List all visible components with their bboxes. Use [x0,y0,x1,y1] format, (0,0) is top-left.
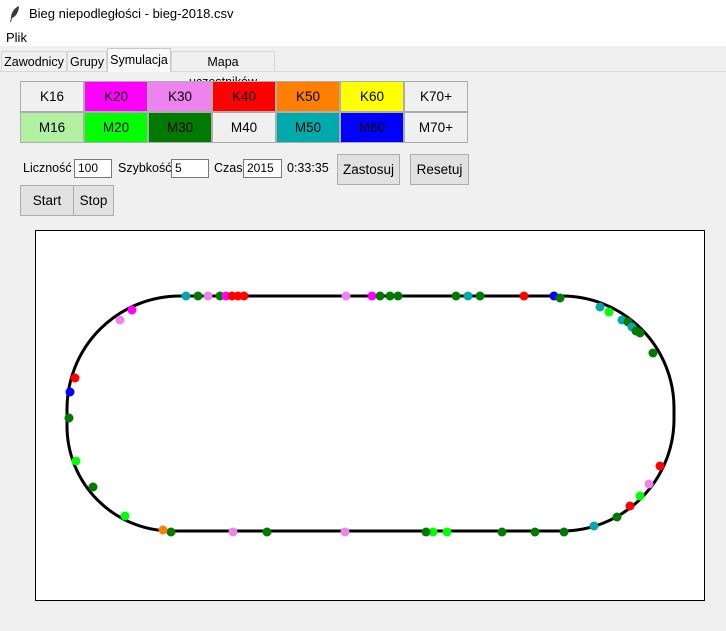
runner-dot [635,491,645,501]
runner-dot [385,291,395,301]
runner-dot [203,291,213,301]
group-button-m50[interactable]: M50 [276,112,340,143]
runner-dot [655,461,665,471]
time-input[interactable]: 2015 [243,159,282,178]
race-track [65,294,676,533]
runner-dot [64,413,74,423]
stop-button[interactable]: Stop [73,185,114,216]
group-button-k30[interactable]: K30 [148,81,212,112]
runner-dot [181,291,191,301]
runner-dot [463,291,473,301]
runner-dot [625,501,635,511]
runner-dot [228,527,238,537]
runner-dot [70,373,80,383]
group-button-k20[interactable]: K20 [84,81,148,112]
runner-dot [644,479,654,489]
runner-dot [589,521,599,531]
tab-grupy[interactable]: Grupy [67,51,107,71]
group-button-m70-plus[interactable]: M70+ [404,112,468,143]
runner-dot [120,511,130,521]
runner-dot [367,291,377,301]
elapsed-time: 0:33:35 [287,161,329,175]
runner-dot [127,305,137,315]
count-input[interactable]: 100 [74,159,112,178]
runner-dot [451,291,461,301]
group-button-k70-plus[interactable]: K70+ [404,81,468,112]
group-button-k50[interactable]: K50 [276,81,340,112]
runner-dot [559,527,569,537]
menu-bar: Plik [0,28,726,46]
runner-dot [497,527,507,537]
tab-symulacja[interactable]: Symulacja [107,48,171,72]
group-button-m40[interactable]: M40 [212,112,276,143]
runner-dot [193,291,203,301]
feather-icon [10,6,19,22]
apply-button[interactable]: Zastosuj [337,154,400,185]
runner-dot [421,527,431,537]
group-button-m16[interactable]: M16 [20,112,84,143]
group-button-k60[interactable]: K60 [340,81,404,112]
runner-dot [648,348,658,358]
runner-dot [555,293,565,303]
runner-dot [115,315,125,325]
runner-dot [71,456,81,466]
speed-label: Szybkość [118,161,172,175]
runner-dot [340,527,350,537]
tab-zawodnicy[interactable]: Zawodnicy [1,51,67,71]
start-button[interactable]: Start [20,185,74,216]
runner-dot [530,527,540,537]
speed-input[interactable]: 5 [171,159,209,178]
runner-dot [341,291,351,301]
window-title: Bieg niepodległości - bieg-2018.csv [29,6,234,21]
runner-dot [595,302,605,312]
runner-dot [166,527,176,537]
reset-button[interactable]: Resetuj [410,154,469,185]
group-button-k16[interactable]: K16 [20,81,84,112]
runner-dot [262,527,272,537]
runner-dot [65,387,75,397]
runner-dot [375,291,385,301]
simulation-canvas [35,230,705,601]
runner-dot [158,525,168,535]
tab-mapa-uczestnikow[interactable]: Mapa uczestników [171,51,275,89]
count-label: Liczność [23,161,72,175]
runner-dot [635,328,645,338]
runner-dot [519,291,529,301]
time-label: Czas [214,161,243,175]
group-button-m30[interactable]: M30 [148,112,212,143]
runner-dot [393,291,403,301]
title-bar: Bieg niepodległości - bieg-2018.csv [0,0,726,28]
group-button-k40[interactable]: K40 [212,81,276,112]
group-button-m60[interactable]: M60 [340,112,404,143]
runner-dot [604,307,614,317]
runner-dot [442,527,452,537]
group-button-m20[interactable]: M20 [84,112,148,143]
runner-dot [88,482,98,492]
menu-plik[interactable]: Plik [6,30,27,45]
runner-dot [612,512,622,522]
runner-dot [475,291,485,301]
runner-dot [239,291,249,301]
track-svg [64,291,676,537]
runners-layer [64,291,665,537]
